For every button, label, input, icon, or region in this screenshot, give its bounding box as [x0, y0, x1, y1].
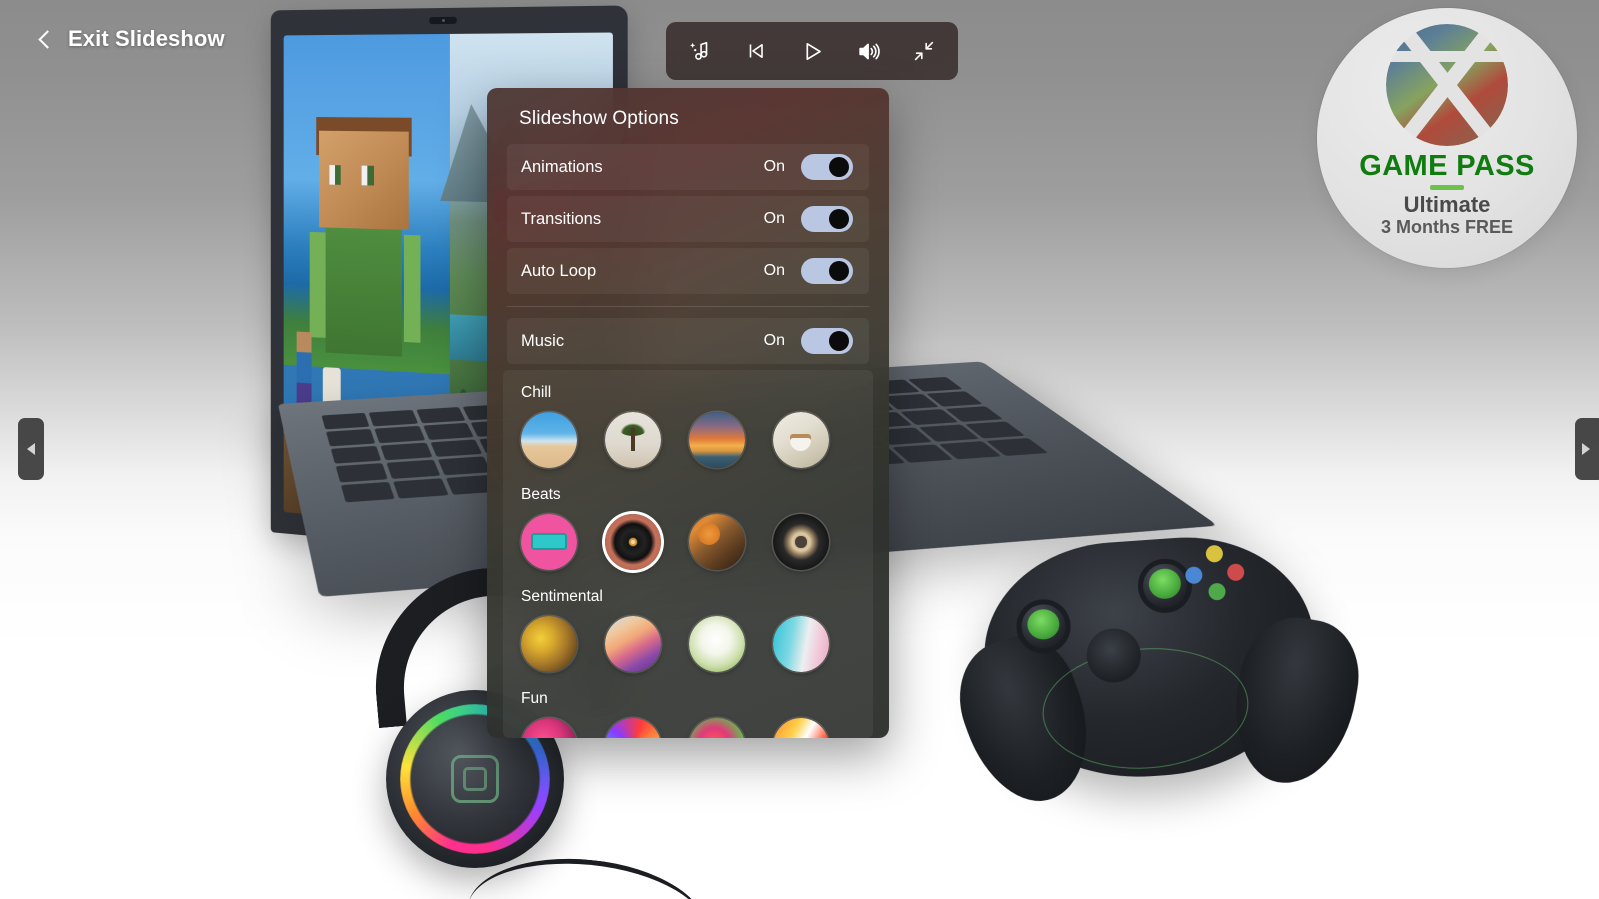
music-group-row-fun [503, 718, 873, 738]
settings-divider [507, 306, 869, 307]
exit-fullscreen-button[interactable] [900, 28, 948, 74]
setting-row-music[interactable]: Music On [507, 318, 869, 364]
game-pass-promo-badge: GAME PASS Ultimate 3 Months FREE [1317, 8, 1577, 268]
music-track-list[interactable]: Chill Beats Sentimental Fun [503, 370, 873, 738]
toggle-auto-loop[interactable] [801, 258, 853, 284]
speaker-thumbnail[interactable] [773, 514, 829, 570]
toggle-music[interactable] [801, 328, 853, 354]
game-pass-underline [1430, 185, 1464, 190]
previous-slide-button[interactable] [732, 28, 780, 74]
xbox-controller [942, 528, 1368, 818]
settings-list: Animations On Transitions On Auto Loop O… [487, 144, 889, 294]
exit-fullscreen-icon [912, 39, 936, 63]
cassette-thumbnail[interactable] [521, 514, 577, 570]
setting-state-transitions: On [763, 210, 785, 227]
fun-thumbnail-2[interactable] [605, 718, 661, 738]
panel-title: Slideshow Options [519, 108, 679, 129]
triangle-right-icon [1581, 443, 1590, 455]
game-pass-tier: Ultimate [1403, 192, 1491, 217]
game-pass-offer: 3 Months FREE [1380, 217, 1513, 238]
music-note-sparkle-icon [687, 38, 713, 64]
palm-thumbnail[interactable] [605, 412, 661, 468]
setting-state-music: On [763, 332, 785, 349]
triangle-left-icon [27, 443, 35, 455]
setting-state-auto-loop: On [763, 262, 785, 279]
fun-thumbnail-3[interactable] [689, 718, 745, 738]
music-group-row-chill [503, 412, 873, 486]
sunset-thumbnail[interactable] [689, 412, 745, 468]
chevron-left-icon [36, 30, 54, 48]
volume-button[interactable] [844, 28, 892, 74]
flowers-thumbnail[interactable] [521, 616, 577, 672]
music-group-title-sentimental: Sentimental [521, 588, 603, 605]
vinyl-thumbnail[interactable] [605, 514, 661, 570]
xbox-sphere-icon [1373, 24, 1521, 146]
fun-thumbnail-1[interactable] [521, 718, 577, 738]
setting-state-animations: On [763, 158, 785, 175]
music-group-title-beats: Beats [521, 486, 561, 503]
turntable-thumbnail[interactable] [689, 514, 745, 570]
setting-label-animations: Animations [521, 157, 603, 176]
fun-thumbnail-4[interactable] [773, 718, 829, 738]
music-toggle-button[interactable] [676, 28, 724, 74]
slideshow-options-panel: Slideshow Options Animations On Transiti… [487, 88, 889, 738]
music-group-row-beats [503, 514, 873, 588]
setting-row-auto-loop[interactable]: Auto Loop On [507, 248, 869, 294]
setting-label-music: Music [521, 331, 565, 350]
previous-slide-arrow[interactable] [18, 418, 44, 480]
volume-icon [856, 39, 881, 64]
previous-icon [744, 39, 768, 63]
setting-row-animations[interactable]: Animations On [507, 144, 869, 190]
exit-slideshow-button[interactable]: Exit Slideshow [36, 26, 225, 52]
setting-label-auto-loop: Auto Loop [521, 261, 597, 280]
meadow-thumbnail[interactable] [689, 616, 745, 672]
setting-label-transitions: Transitions [521, 209, 602, 228]
dusk-thumbnail[interactable] [605, 616, 661, 672]
toggle-animations[interactable] [801, 154, 853, 180]
slideshow-playback-toolbar [666, 22, 958, 80]
headset-logo [451, 755, 499, 803]
controller-face-buttons [1183, 543, 1247, 603]
music-group-title-fun: Fun [521, 690, 548, 707]
music-group-row-sentimental [503, 616, 873, 690]
exit-slideshow-label: Exit Slideshow [68, 26, 225, 51]
music-group-title-chill: Chill [521, 384, 552, 401]
play-icon [800, 39, 825, 64]
setting-row-transitions[interactable]: Transitions On [507, 196, 869, 242]
next-slide-arrow[interactable] [1575, 418, 1599, 480]
toggle-transitions[interactable] [801, 206, 853, 232]
beach-thumbnail[interactable] [521, 412, 577, 468]
music-setting-list: Music On [487, 318, 889, 364]
game-pass-title: GAME PASS [1359, 150, 1535, 182]
laptop-webcam [429, 16, 457, 25]
slideshow-viewer: Exit Slideshow GAME PASS Ultimate 3 Mont… [0, 0, 1599, 899]
coffee-thumbnail[interactable] [773, 412, 829, 468]
gradient-thumbnail[interactable] [773, 616, 829, 672]
play-button[interactable] [788, 28, 836, 74]
